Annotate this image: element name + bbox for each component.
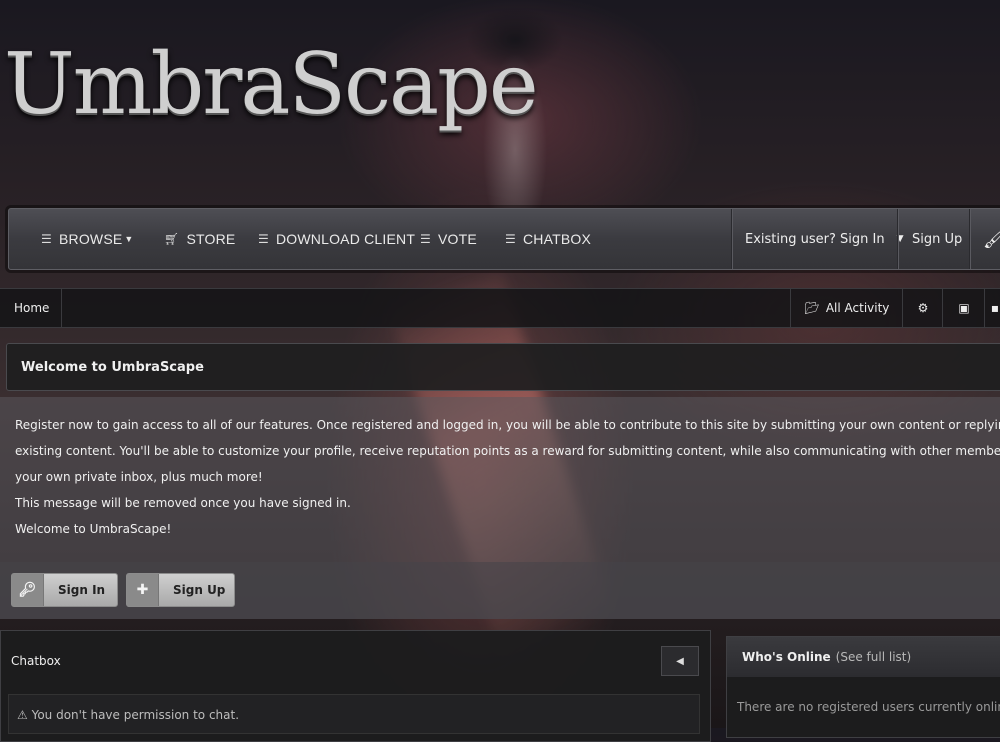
welcome-line: Register now to gain access to all of ou…: [15, 418, 1000, 432]
key-icon: 🔑︎: [12, 574, 44, 606]
sign-up-link[interactable]: Sign Up: [912, 209, 962, 269]
welcome-line: your own private inbox, plus much more!: [15, 470, 263, 484]
chat-permission-notice: ⚠ You don't have permission to chat.: [8, 694, 700, 734]
welcome-title-text: Welcome to UmbraScape: [21, 359, 204, 375]
main-navbar: ☰ BROWSE ▼ 🛒︎ STORE ☰ DOWNLOAD CLIENT ☰ …: [8, 208, 1000, 270]
breadcrumb-home[interactable]: Home: [0, 289, 62, 327]
steam-icon[interactable]: ⚙: [902, 289, 943, 327]
nav-divider: [897, 209, 899, 269]
sign-up-label: Sign Up: [912, 231, 963, 247]
theme-brush-icon[interactable]: 🖌︎: [983, 209, 1000, 269]
plus-icon: ✚: [127, 574, 159, 606]
collapse-toggle-icon[interactable]: ◀: [661, 646, 699, 676]
nav-download-client[interactable]: ☰ DOWNLOAD CLIENT: [258, 209, 415, 269]
chatbox-panel: Chatbox ◀ ⚠ You don't have permission to…: [0, 630, 711, 742]
folder-open-icon: 📂︎: [804, 301, 820, 315]
nav-store[interactable]: 🛒︎ STORE: [164, 209, 235, 269]
nav-chatbox[interactable]: ☰ CHATBOX: [505, 209, 591, 269]
welcome-title: Welcome to UmbraScape: [6, 343, 1000, 391]
nav-vote[interactable]: ☰ VOTE: [420, 209, 477, 269]
nav-chatbox-label: CHATBOX: [522, 231, 592, 247]
nav-store-label: STORE: [186, 231, 236, 247]
sign-in-link[interactable]: Existing user? Sign In ▼: [745, 209, 904, 269]
caret-down-icon: ▼: [124, 234, 134, 244]
nav-browse-label: BROWSE: [58, 231, 123, 247]
nav-divider: [731, 209, 733, 269]
nav-vote-label: VOTE: [437, 231, 477, 247]
all-activity-label: All Activity: [825, 301, 890, 315]
whos-online-panel: Who's Online (See full list) There are n…: [726, 636, 1000, 738]
welcome-line: This message will be removed once you ha…: [15, 496, 351, 510]
list-icon: ☰: [41, 232, 52, 246]
menu-icon: ☰: [258, 232, 269, 246]
menu-icon: ☰: [505, 232, 516, 246]
site-logo[interactable]: UmbraScape: [4, 42, 539, 126]
warning-icon: ⚠: [17, 708, 28, 722]
nav-download-label: DOWNLOAD CLIENT: [275, 231, 416, 247]
menu-icon: ☰: [420, 232, 431, 246]
sign-in-label: Existing user? Sign In: [745, 231, 885, 247]
site-logo-text: UmbraScape: [4, 35, 539, 133]
sign-up-button-label: Sign Up: [173, 583, 226, 597]
chat-permission-text: You don't have permission to chat.: [31, 708, 240, 722]
nav-browse[interactable]: ☰ BROWSE ▼: [41, 209, 134, 269]
chatbox-title: Chatbox: [11, 654, 61, 668]
whos-online-empty: There are no registered users currently …: [737, 700, 1000, 714]
welcome-line: Welcome to UmbraScape!: [15, 522, 172, 536]
see-full-list-link[interactable]: (See full list): [836, 650, 912, 664]
whos-online-title: Who's Online: [742, 650, 831, 664]
welcome-line: existing content. You'll be able to cust…: [15, 444, 1000, 458]
twitch-icon[interactable]: ▣: [942, 289, 985, 327]
all-activity-link[interactable]: 📂︎ All Activity: [790, 289, 903, 327]
sign-up-button[interactable]: ✚ Sign Up: [126, 573, 235, 607]
cart-icon: 🛒︎: [164, 232, 180, 246]
sign-in-button[interactable]: 🔑︎ Sign In: [11, 573, 118, 607]
sign-in-button-label: Sign In: [58, 583, 106, 597]
breadcrumb-home-label: Home: [14, 301, 50, 315]
breadcrumb: Home 📂︎ All Activity ⚙ ▣ ▪: [0, 288, 1000, 328]
welcome-actions: 🔑︎ Sign In ✚ Sign Up: [0, 562, 1000, 619]
social-icon[interactable]: ▪: [984, 289, 1000, 327]
whos-online-header: Who's Online (See full list): [727, 637, 1000, 677]
nav-divider: [969, 209, 971, 269]
